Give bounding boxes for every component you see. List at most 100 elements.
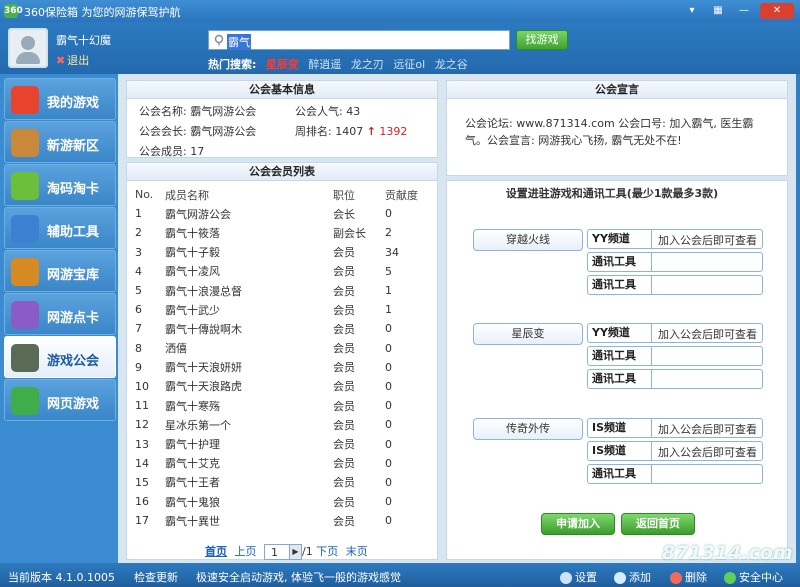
- member-position: 会员: [333, 495, 355, 509]
- hot-keyword[interactable]: 星辰变: [266, 58, 299, 71]
- security-center-button[interactable]: 安全中心: [724, 569, 783, 585]
- member-no: 4: [135, 264, 142, 278]
- logout-x-icon: ✖: [56, 54, 66, 67]
- next-page-link[interactable]: 下页: [316, 545, 338, 558]
- tool-row[interactable]: IS频道 加入公会后即可查看: [587, 441, 763, 461]
- tool-row[interactable]: 通讯工具: [587, 346, 763, 366]
- member-position: 会员: [333, 476, 355, 490]
- member-contribution: 0: [385, 360, 392, 374]
- first-page-link[interactable]: 首页: [205, 545, 227, 558]
- table-row[interactable]: 14 霸气十艾克 会员 0: [135, 454, 425, 473]
- avatar[interactable]: [8, 28, 48, 68]
- member-name: 霸气十鬼狼: [165, 495, 220, 509]
- guild-member-list: 公会会员列表 No. 成员名称 职位 贡献度 1 霸气网游公会 会长 0 2 霸气十筱落 副…: [126, 162, 438, 560]
- hot-keyword[interactable]: 龙之谷: [435, 58, 468, 71]
- member-name: 霸气十凌风: [165, 265, 220, 279]
- table-row[interactable]: 4 霸气十凌风 会员 5: [135, 262, 425, 281]
- tool-row[interactable]: 通讯工具: [587, 252, 763, 272]
- slogan-text: 极速安全启动游戏, 体验飞一般的游戏感觉: [196, 571, 401, 584]
- table-row[interactable]: 3 霸气十子毅 会员 34: [135, 243, 425, 262]
- sidebar-item-codes-cards[interactable]: 淘码淘卡: [4, 164, 116, 206]
- member-position: 会员: [333, 342, 355, 356]
- weekly-rank: 周排名: 1407 ↑ 1392: [295, 125, 408, 138]
- table-row[interactable]: 13 霸气十护理 会员 0: [135, 434, 425, 453]
- hot-keyword[interactable]: 远征ol: [393, 58, 425, 71]
- back-home-button[interactable]: 返回首页: [621, 513, 695, 535]
- search-icon: [214, 34, 224, 46]
- table-row[interactable]: 2 霸气十筱落 副会长 2: [135, 223, 425, 242]
- member-name: 霸气十筱落: [165, 226, 220, 240]
- add-button[interactable]: 添加: [614, 569, 651, 585]
- guild-popularity: 公会人气: 43: [295, 105, 361, 118]
- table-row[interactable]: 6 霸气十武少 会员 1: [135, 300, 425, 319]
- sidebar-item-new-games[interactable]: 新游新区: [4, 121, 116, 163]
- skin-icon[interactable]: ▦: [706, 3, 730, 19]
- table-row[interactable]: 5 霸气十浪漫总督 会员 1: [135, 281, 425, 300]
- game-button[interactable]: 穿越火线: [473, 229, 583, 251]
- sidebar-item-tools[interactable]: 辅助工具: [4, 207, 116, 249]
- sidebar-item-my-games[interactable]: 我的游戏: [4, 78, 116, 120]
- logout-link[interactable]: ✖ 退出: [56, 52, 89, 68]
- shield-icon: [724, 572, 736, 584]
- minus-icon: [670, 572, 682, 584]
- tool-row[interactable]: YY频道 加入公会后即可查看: [587, 229, 763, 249]
- member-contribution: 5: [385, 264, 392, 278]
- minimize-icon[interactable]: —: [732, 3, 756, 19]
- table-row[interactable]: 9 霸气十天浪妍妍 会员 0: [135, 358, 425, 377]
- table-row[interactable]: 17 霸气十異世 会员 0: [135, 511, 425, 530]
- member-no: 1: [135, 207, 142, 221]
- member-no: 5: [135, 284, 142, 298]
- table-row[interactable]: 15 霸气十王者 会员 0: [135, 473, 425, 492]
- sidebar-item-treasure[interactable]: 网游宝库: [4, 250, 116, 292]
- settings-menu-icon[interactable]: ▾: [680, 3, 704, 19]
- table-row[interactable]: 7 霸气十傳說啊木 会员 0: [135, 319, 425, 338]
- member-position: 会员: [333, 399, 355, 413]
- check-update-link[interactable]: 检查更新: [134, 569, 178, 585]
- sidebar-item-point-cards[interactable]: 网游点卡: [4, 293, 116, 335]
- column-name: 成员名称: [165, 188, 209, 202]
- member-position: 会员: [333, 438, 355, 452]
- member-name: 洒僖: [165, 342, 187, 356]
- plus-icon: [614, 572, 626, 584]
- find-game-button[interactable]: 找游戏: [516, 30, 568, 50]
- delete-button[interactable]: 删除: [670, 569, 707, 585]
- tool-row[interactable]: 通讯工具: [587, 369, 763, 389]
- tool-row[interactable]: 通讯工具: [587, 275, 763, 295]
- prev-page-link[interactable]: 上页: [235, 545, 257, 558]
- member-position: 会员: [333, 322, 355, 336]
- member-name: 霸气十护理: [165, 438, 220, 452]
- apply-join-button[interactable]: 申请加入: [541, 513, 615, 535]
- username: 霸气十幻魔: [56, 34, 111, 47]
- hot-search: 热门搜索: 星辰变 醉逍遥 龙之刃 远征ol 龙之谷: [208, 56, 474, 72]
- game-button[interactable]: 星辰变: [473, 323, 583, 345]
- hot-keyword[interactable]: 醉逍遥: [308, 58, 341, 71]
- close-icon[interactable]: ✕: [760, 3, 794, 19]
- member-no: 9: [135, 360, 142, 374]
- guild-basic-info: 公会基本信息 公会名称: 霸气网游公会 公会人气: 43 公会会长: 霸气网游公…: [126, 80, 438, 158]
- table-row[interactable]: 16 霸气十鬼狼 会员 0: [135, 492, 425, 511]
- game-button[interactable]: 传奇外传: [473, 418, 583, 440]
- settings-button[interactable]: 设置: [560, 569, 597, 585]
- member-contribution: 0: [385, 475, 392, 489]
- hot-keyword[interactable]: 龙之刃: [351, 58, 384, 71]
- table-row[interactable]: 1 霸气网游公会 会长 0: [135, 204, 425, 223]
- watermark: 871314.com: [662, 542, 793, 564]
- tool-row[interactable]: YY频道 加入公会后即可查看: [587, 323, 763, 343]
- member-name: 霸气十子毅: [165, 246, 220, 260]
- table-row[interactable]: 8 洒僖 会员 0: [135, 339, 425, 358]
- hot-search-label: 热门搜索:: [208, 58, 257, 71]
- table-row[interactable]: 10 霸气十天浪路虎 会员 0: [135, 377, 425, 396]
- tool-row[interactable]: IS频道 加入公会后即可查看: [587, 418, 763, 438]
- sidebar-item-guild[interactable]: 游戏公会: [4, 336, 116, 378]
- tool-row[interactable]: 通讯工具: [587, 464, 763, 484]
- table-row[interactable]: 12 星冰乐第一个 会员 0: [135, 415, 425, 434]
- sidebar-item-web-games[interactable]: 网页游戏: [4, 379, 116, 421]
- member-position: 会员: [333, 284, 355, 298]
- last-page-link[interactable]: 末页: [346, 545, 368, 558]
- search-input[interactable]: 霸气: [208, 30, 510, 50]
- member-position: 会员: [333, 418, 355, 432]
- table-row[interactable]: 11 霸气十寒殇 会员 0: [135, 396, 425, 415]
- page-total: /1: [302, 545, 313, 558]
- page-select[interactable]: 1 ▶: [264, 544, 302, 560]
- basic-info-title: 公会基本信息: [127, 81, 437, 99]
